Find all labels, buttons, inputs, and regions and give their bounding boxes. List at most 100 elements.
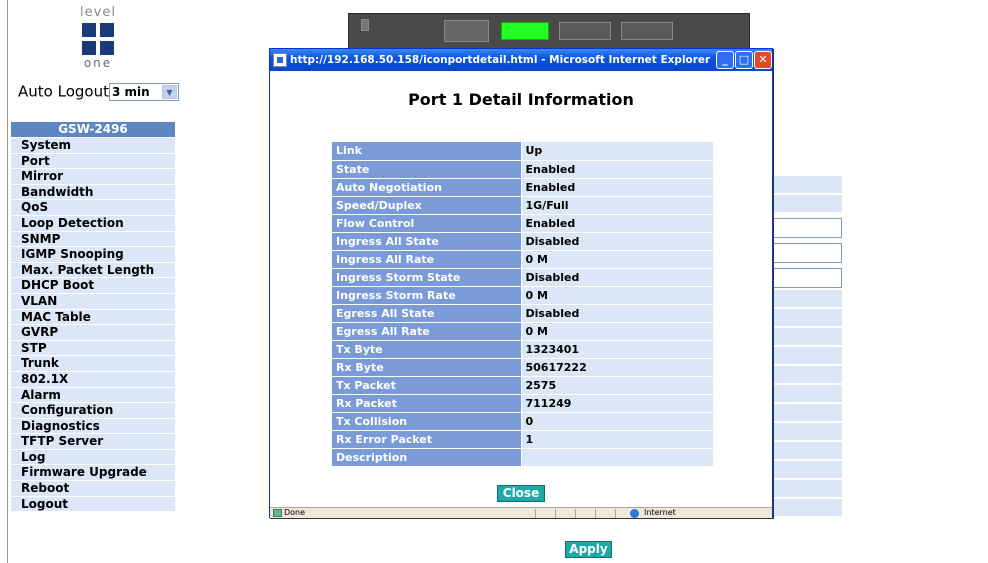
table-row: Speed/Duplex 1G/Full <box>332 196 713 215</box>
background-row <box>770 195 842 213</box>
close-icon[interactable]: ✕ <box>754 51 772 69</box>
security-zone-text: Internet <box>644 508 676 517</box>
field-label: Tx Collision <box>332 412 522 431</box>
field-label: Ingress All State <box>332 232 522 251</box>
auto-logout-label: Auto Logout <box>18 82 109 101</box>
field-value: 50617222 <box>521 358 713 377</box>
sidebar-item-port[interactable]: Port <box>11 153 175 170</box>
background-row <box>770 290 842 308</box>
sidebar-item-log[interactable]: Log <box>11 449 175 466</box>
popup-window-title: http://192.168.50.158/iconportdetail.htm… <box>290 54 711 66</box>
sidebar-item-bandwidth[interactable]: Bandwidth <box>11 184 175 201</box>
background-input[interactable] <box>770 243 842 263</box>
field-label: Rx Byte <box>332 358 522 377</box>
sidebar-item-max-packet-length[interactable]: Max. Packet Length <box>11 262 175 279</box>
sidebar-item-802-1x[interactable]: 802.1X <box>11 371 175 388</box>
field-value: Disabled <box>521 304 713 323</box>
table-row: Rx Error Packet 1 <box>332 430 713 449</box>
field-label: Ingress All Rate <box>332 250 522 269</box>
internet-globe-icon <box>630 509 639 518</box>
background-row <box>770 423 842 441</box>
switch-front-panel-image[interactable] <box>348 13 750 53</box>
sidebar-item-reboot[interactable]: Reboot <box>11 481 175 497</box>
background-row <box>770 480 842 498</box>
background-input[interactable] <box>770 218 842 238</box>
field-label: Tx Byte <box>332 340 522 359</box>
table-row: Ingress All Rate 0 M <box>332 250 713 269</box>
background-row <box>770 366 842 384</box>
port-detail-popup-window: http://192.168.50.158/iconportdetail.htm… <box>269 48 773 518</box>
field-value: 0 M <box>521 286 713 305</box>
popup-titlebar[interactable]: http://192.168.50.158/iconportdetail.htm… <box>270 49 772 71</box>
ie-status-bar: Done Internet <box>270 507 772 518</box>
field-label: Flow Control <box>332 214 522 233</box>
table-row: Egress All State Disabled <box>332 304 713 323</box>
sidebar-menu: System Port Mirror Bandwidth QoS Loop Detecti… <box>11 138 175 513</box>
sidebar-item-mac-table[interactable]: MAC Table <box>11 309 175 326</box>
field-value: 1G/Full <box>521 196 713 215</box>
auto-logout: Auto Logout 3 min ▼ <box>18 82 179 101</box>
minimize-icon[interactable]: _ <box>716 51 734 69</box>
table-row: State Enabled <box>332 160 713 179</box>
status-text: Done <box>284 508 306 517</box>
field-label: Egress All Rate <box>332 322 522 341</box>
apply-button[interactable]: Apply <box>565 541 612 558</box>
sidebar-item-logout[interactable]: Logout <box>11 496 175 513</box>
background-row <box>770 404 842 422</box>
table-row: Flow Control Enabled <box>332 214 713 233</box>
close-button[interactable]: Close <box>497 485 545 502</box>
background-row <box>770 442 842 460</box>
field-value: 711249 <box>521 394 713 413</box>
field-value: 1323401 <box>521 340 713 359</box>
field-label: Tx Packet <box>332 376 522 395</box>
field-label: Speed/Duplex <box>332 196 522 215</box>
field-value: Enabled <box>521 178 713 197</box>
field-label: Link <box>332 142 522 161</box>
sidebar-item-dhcp-boot[interactable]: DHCP Boot <box>11 278 175 294</box>
field-value: 0 <box>521 412 713 431</box>
field-label: Auto Negotiation <box>332 178 522 197</box>
background-input[interactable] <box>770 268 842 288</box>
status-divider <box>595 509 596 518</box>
sidebar-item-stp[interactable]: STP <box>11 340 175 357</box>
background-row <box>770 461 842 479</box>
sidebar-item-vlan[interactable]: VLAN <box>11 293 175 310</box>
popup-heading: Port 1 Detail Information <box>408 90 634 109</box>
sidebar-item-mirror[interactable]: Mirror <box>11 169 175 185</box>
field-label: Egress All State <box>332 304 522 323</box>
sidebar-item-trunk[interactable]: Trunk <box>11 356 175 372</box>
sidebar-item-snmp[interactable]: SNMP <box>11 231 175 248</box>
menu-header: GSW-2496 <box>11 122 175 137</box>
sidebar-item-alarm[interactable]: Alarm <box>11 387 175 404</box>
table-row: Rx Packet 711249 <box>332 394 713 413</box>
sidebar-item-tftp-server[interactable]: TFTP Server <box>11 434 175 450</box>
sidebar-item-system[interactable]: System <box>11 138 175 154</box>
field-label: Description <box>332 448 522 467</box>
sidebar-item-firmware-upgrade[interactable]: Firmware Upgrade <box>11 465 175 482</box>
maximize-icon[interactable]: □ <box>735 51 753 69</box>
sidebar-item-gvrp[interactable]: GVRP <box>11 325 175 341</box>
table-row: Description <box>332 448 713 467</box>
table-row: Ingress All State Disabled <box>332 232 713 251</box>
status-divider <box>535 509 536 518</box>
field-value: 0 M <box>521 322 713 341</box>
sidebar-item-diagnostics[interactable]: Diagnostics <box>11 418 175 435</box>
auto-logout-select[interactable]: 3 min ▼ <box>108 82 179 101</box>
field-label: Ingress Storm Rate <box>332 286 522 305</box>
field-value: Enabled <box>521 214 713 233</box>
table-row: Tx Byte 1323401 <box>332 340 713 359</box>
table-row: Tx Packet 2575 <box>332 376 713 395</box>
field-label: Ingress Storm State <box>332 268 522 287</box>
field-value: 0 M <box>521 250 713 269</box>
background-row <box>770 499 842 517</box>
background-row <box>770 309 842 327</box>
page-done-icon <box>273 509 282 517</box>
sidebar-item-igmp-snooping[interactable]: IGMP Snooping <box>11 247 175 263</box>
chevron-down-icon[interactable]: ▼ <box>161 84 177 99</box>
sidebar-item-loop-detection[interactable]: Loop Detection <box>11 215 175 232</box>
frame-divider <box>7 0 8 563</box>
sidebar-item-configuration[interactable]: Configuration <box>11 403 175 419</box>
table-row: Auto Negotiation Enabled <box>332 178 713 197</box>
table-row: Rx Byte 50617222 <box>332 358 713 377</box>
sidebar-item-qos[interactable]: QoS <box>11 200 175 216</box>
